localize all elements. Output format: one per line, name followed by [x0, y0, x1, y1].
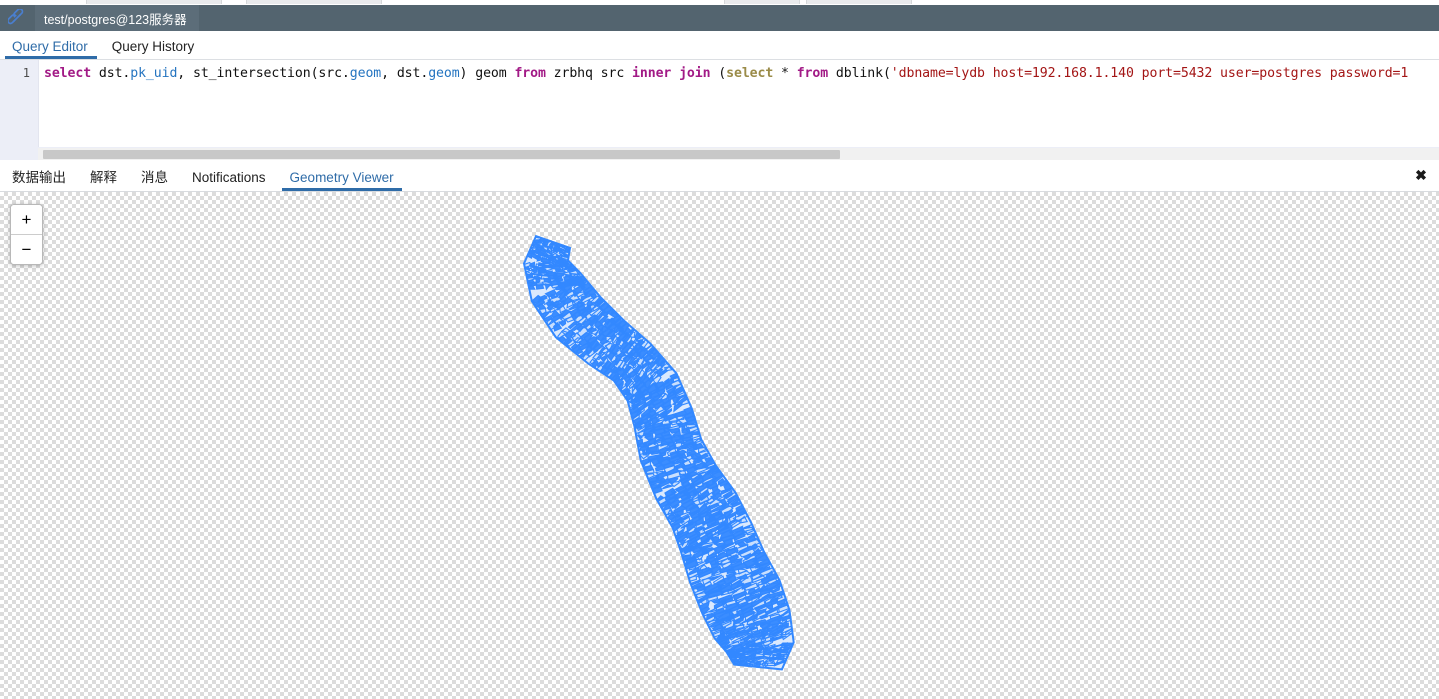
- sql-editor[interactable]: 1 select dst.pk_uid, st_intersection(src…: [0, 60, 1439, 157]
- sql-token: select: [44, 66, 92, 81]
- sql-token: geom: [349, 66, 382, 81]
- geometry-polygon-mesh[interactable]: [0, 192, 1439, 699]
- top-strip-chip: [86, 0, 222, 4]
- zoom-in-button[interactable]: +: [11, 205, 42, 235]
- line-number: 1: [22, 66, 30, 80]
- connection-title: test/postgres@123服务器: [44, 12, 187, 27]
- tab-data-output-label: 数据输出: [12, 169, 66, 185]
- sql-token: select: [726, 66, 774, 81]
- connection-titlebar: test/postgres@123服务器: [0, 5, 1439, 31]
- zoom-out-label: −: [21, 239, 32, 259]
- top-strip-chip: [806, 0, 912, 4]
- sql-token: , st_intersection(src.: [177, 66, 350, 81]
- map-zoom-controls: + −: [10, 204, 43, 265]
- connection-tab[interactable]: test/postgres@123服务器: [35, 5, 199, 31]
- editor-tabbar: Query Editor Query History: [0, 31, 1439, 60]
- geometry-cell: [733, 666, 744, 670]
- sql-token: dblink(: [828, 66, 891, 81]
- tab-query-editor[interactable]: Query Editor: [0, 38, 100, 60]
- top-strip-chip: [246, 0, 382, 4]
- editor-gutter: 1: [0, 60, 39, 157]
- geometry-cell: [535, 283, 545, 290]
- geometry-cell: [559, 254, 564, 257]
- sql-token: ) geom: [459, 66, 515, 81]
- sql-query-text[interactable]: select dst.pk_uid, st_intersection(src.g…: [44, 66, 1408, 82]
- sql-token: pk_uid: [130, 66, 178, 81]
- tab-messages-label: 消息: [141, 169, 168, 185]
- pgadmin-window: test/postgres@123服务器 Query Editor Query …: [0, 0, 1439, 699]
- sql-token: from: [796, 66, 829, 81]
- link-icon: [7, 8, 26, 27]
- editor-horizontal-scrollbar[interactable]: [0, 147, 1439, 161]
- tab-geometry-viewer[interactable]: Geometry Viewer: [278, 169, 406, 192]
- tab-explain[interactable]: 解释: [78, 169, 129, 192]
- scrollbar-gutter-pad: [0, 147, 38, 161]
- tab-query-history[interactable]: Query History: [100, 38, 207, 60]
- zoom-out-button[interactable]: −: [11, 235, 42, 264]
- close-icon-glyph: ✖: [1415, 167, 1427, 183]
- scrollbar-thumb[interactable]: [43, 150, 840, 159]
- tab-query-history-label: Query History: [111, 38, 195, 54]
- geometry-mesh-group: [524, 236, 794, 670]
- tab-geometry-viewer-label: Geometry Viewer: [289, 169, 394, 185]
- tab-notifications-label: Notifications: [192, 169, 266, 185]
- sql-token: from: [514, 66, 546, 81]
- tab-messages[interactable]: 消息: [129, 169, 180, 192]
- sql-token: dst.: [91, 66, 131, 81]
- sql-token: zrbhq src: [545, 66, 633, 81]
- tab-notifications[interactable]: Notifications: [180, 169, 278, 192]
- tab-explain-label: 解释: [90, 169, 117, 185]
- geometry-viewer-canvas[interactable]: + −: [0, 192, 1439, 699]
- zoom-in-label: +: [21, 209, 32, 229]
- output-tabbar: 数据输出 解释 消息 Notifications Geometry Viewer…: [0, 160, 1439, 192]
- sql-token: , dst.: [381, 66, 429, 81]
- sql-token: 'dbname=lydb host=192.168.1.140 port=543…: [890, 66, 1409, 81]
- tab-query-editor-label: Query Editor: [12, 38, 88, 54]
- top-strip-chip: [724, 0, 800, 4]
- sql-token: geom: [428, 66, 460, 81]
- sql-token: inner join: [632, 66, 711, 81]
- close-icon[interactable]: ✖: [1411, 165, 1431, 185]
- sql-token: (: [710, 66, 727, 81]
- sql-token: *: [773, 66, 797, 81]
- tab-data-output[interactable]: 数据输出: [0, 169, 78, 192]
